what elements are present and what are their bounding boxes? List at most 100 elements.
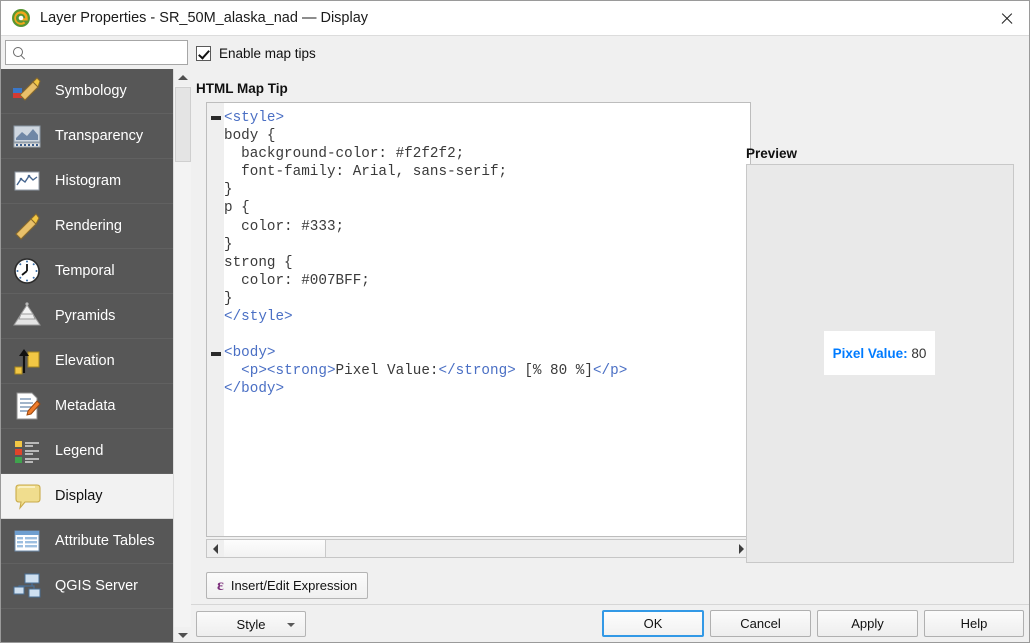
code-line: } [224, 290, 627, 308]
cancel-button[interactable]: Cancel [710, 610, 811, 637]
sidebar-item-qgis-server[interactable]: QGIS Server [1, 564, 173, 609]
sidebar-scrollbar-thumb[interactable] [175, 87, 191, 162]
code-line: color: #333; [224, 218, 627, 236]
display-settings-pane: Enable map tips HTML Map Tip <style> body… [191, 36, 1029, 642]
qgis-server-icon [11, 570, 43, 602]
apply-button[interactable]: Apply [817, 610, 918, 637]
sidebar-item-histogram[interactable]: Histogram [1, 159, 173, 204]
fold-marker[interactable] [211, 116, 221, 120]
code-token: [% 80 %] [515, 363, 593, 380]
editor-code-text[interactable]: <style> body { background-color: #f2f2f2;… [224, 109, 627, 399]
temporal-clock-icon [11, 255, 43, 287]
code-token: </body> [224, 381, 285, 398]
chevron-down-icon [287, 623, 295, 627]
code-line: font-family: Arial, sans-serif; [224, 163, 627, 181]
scroll-left-arrow-icon[interactable] [207, 540, 224, 557]
html-map-tip-editor[interactable]: <style> body { background-color: #f2f2f2;… [206, 102, 751, 537]
sidebar-item-temporal[interactable]: Temporal [1, 249, 173, 294]
ok-button[interactable]: OK [602, 610, 704, 637]
code-token: color: #333; [224, 218, 345, 235]
close-window-button[interactable] [983, 1, 1029, 35]
sidebar-item-legend[interactable]: Legend [1, 429, 173, 474]
code-line: color: #007BFF; [224, 272, 627, 290]
code-token: </strong> [438, 363, 516, 380]
style-button[interactable]: Style [196, 611, 306, 637]
html-map-tip-group-title: HTML Map Tip [196, 81, 288, 96]
editor-horizontal-scrollbar[interactable] [206, 539, 751, 558]
code-token: Pixel Value: [335, 363, 439, 380]
editor-fold-margin[interactable] [207, 103, 224, 536]
code-line: body { [224, 127, 627, 145]
sidebar-item-symbology[interactable]: Symbology [1, 69, 173, 114]
code-line: <p><strong>Pixel Value:</strong> [% 80 %… [224, 362, 627, 380]
sidebar-item-label: Legend [55, 443, 104, 459]
sidebar-item-label: Pyramids [55, 308, 116, 324]
sidebar-item-label: Display [55, 488, 103, 504]
enable-map-tips-row[interactable]: Enable map tips [196, 46, 316, 61]
search-input[interactable] [30, 42, 210, 63]
sidebar-item-label: Symbology [55, 83, 127, 99]
sidebar-nav-list: Symbology Transparency Histogram Renderi… [1, 69, 173, 642]
code-token: } [224, 182, 233, 199]
sidebar-item-rendering[interactable]: Rendering [1, 204, 173, 249]
sidebar-item-attribute-tables[interactable]: Attribute Tables [1, 519, 173, 564]
scroll-down-arrow-icon[interactable] [174, 627, 191, 642]
code-line: <body> [224, 344, 627, 362]
sidebar-item-pyramids[interactable]: Pyramids [1, 294, 173, 339]
sidebar-item-transparency[interactable]: Transparency [1, 114, 173, 159]
sidebar-item-label: QGIS Server [55, 578, 138, 594]
code-line: background-color: #f2f2f2; [224, 145, 627, 163]
editor-hscroll-thumb[interactable] [224, 540, 326, 557]
window-title: Layer Properties - SR_50M_alaska_nad — D… [40, 10, 369, 26]
legend-icon [11, 435, 43, 467]
layer-properties-dialog: Layer Properties - SR_50M_alaska_nad — D… [0, 0, 1030, 643]
sidebar-item-metadata[interactable]: Metadata [1, 384, 173, 429]
search-box[interactable] [5, 40, 210, 65]
code-line: } [224, 236, 627, 254]
sidebar-scrollbar[interactable] [173, 69, 191, 642]
code-line: strong { [224, 254, 627, 272]
code-token: <body> [224, 345, 276, 362]
map-tip-preview-text: Pixel Value: 80 [833, 346, 927, 361]
apply-button-label: Apply [851, 616, 884, 631]
sidebar: Symbology Transparency Histogram Renderi… [1, 36, 210, 642]
map-tip-preview-card: Pixel Value: 80 [824, 331, 935, 375]
help-button-label: Help [960, 616, 988, 631]
sidebar-item-label: Temporal [55, 263, 115, 279]
sidebar-search-container [1, 36, 210, 69]
sidebar-item-label: Elevation [55, 353, 115, 369]
code-token: </p> [592, 363, 628, 380]
code-line: <style> [224, 109, 627, 127]
map-tip-value: 80 [907, 345, 927, 361]
code-token: </style> [224, 309, 293, 326]
fold-marker[interactable] [211, 352, 221, 356]
symbology-icon [11, 75, 43, 107]
code-token: <style> [224, 110, 285, 126]
dialog-footer: Style OK Cancel Apply Help [191, 604, 1029, 642]
qgis-logo-icon [11, 8, 31, 28]
scroll-up-arrow-icon[interactable] [174, 69, 191, 86]
sidebar-item-label: Histogram [55, 173, 122, 189]
attribute-tables-icon [11, 525, 43, 557]
enable-map-tips-checkbox[interactable] [196, 46, 211, 61]
code-token: font-family: Arial, sans-serif; [224, 164, 508, 181]
enable-map-tips-label: Enable map tips [219, 46, 316, 61]
code-token: } [224, 236, 233, 253]
code-line: p { [224, 199, 627, 217]
sidebar-item-display[interactable]: Display [1, 474, 173, 519]
code-token: } [224, 290, 233, 307]
insert-edit-expression-button[interactable]: ε Insert/Edit Expression [206, 572, 369, 599]
transparency-icon [11, 120, 43, 152]
preview-label: Preview [746, 146, 798, 161]
search-icon [12, 46, 26, 60]
sidebar-item-elevation[interactable]: Elevation [1, 339, 173, 384]
display-speech-bubble-icon [11, 480, 43, 512]
metadata-icon [11, 390, 43, 422]
help-button[interactable]: Help [924, 610, 1024, 637]
code-line: } [224, 181, 627, 199]
title-bar: Layer Properties - SR_50M_alaska_nad — D… [1, 1, 1029, 36]
pyramids-icon [11, 300, 43, 332]
cancel-button-label: Cancel [740, 616, 781, 631]
